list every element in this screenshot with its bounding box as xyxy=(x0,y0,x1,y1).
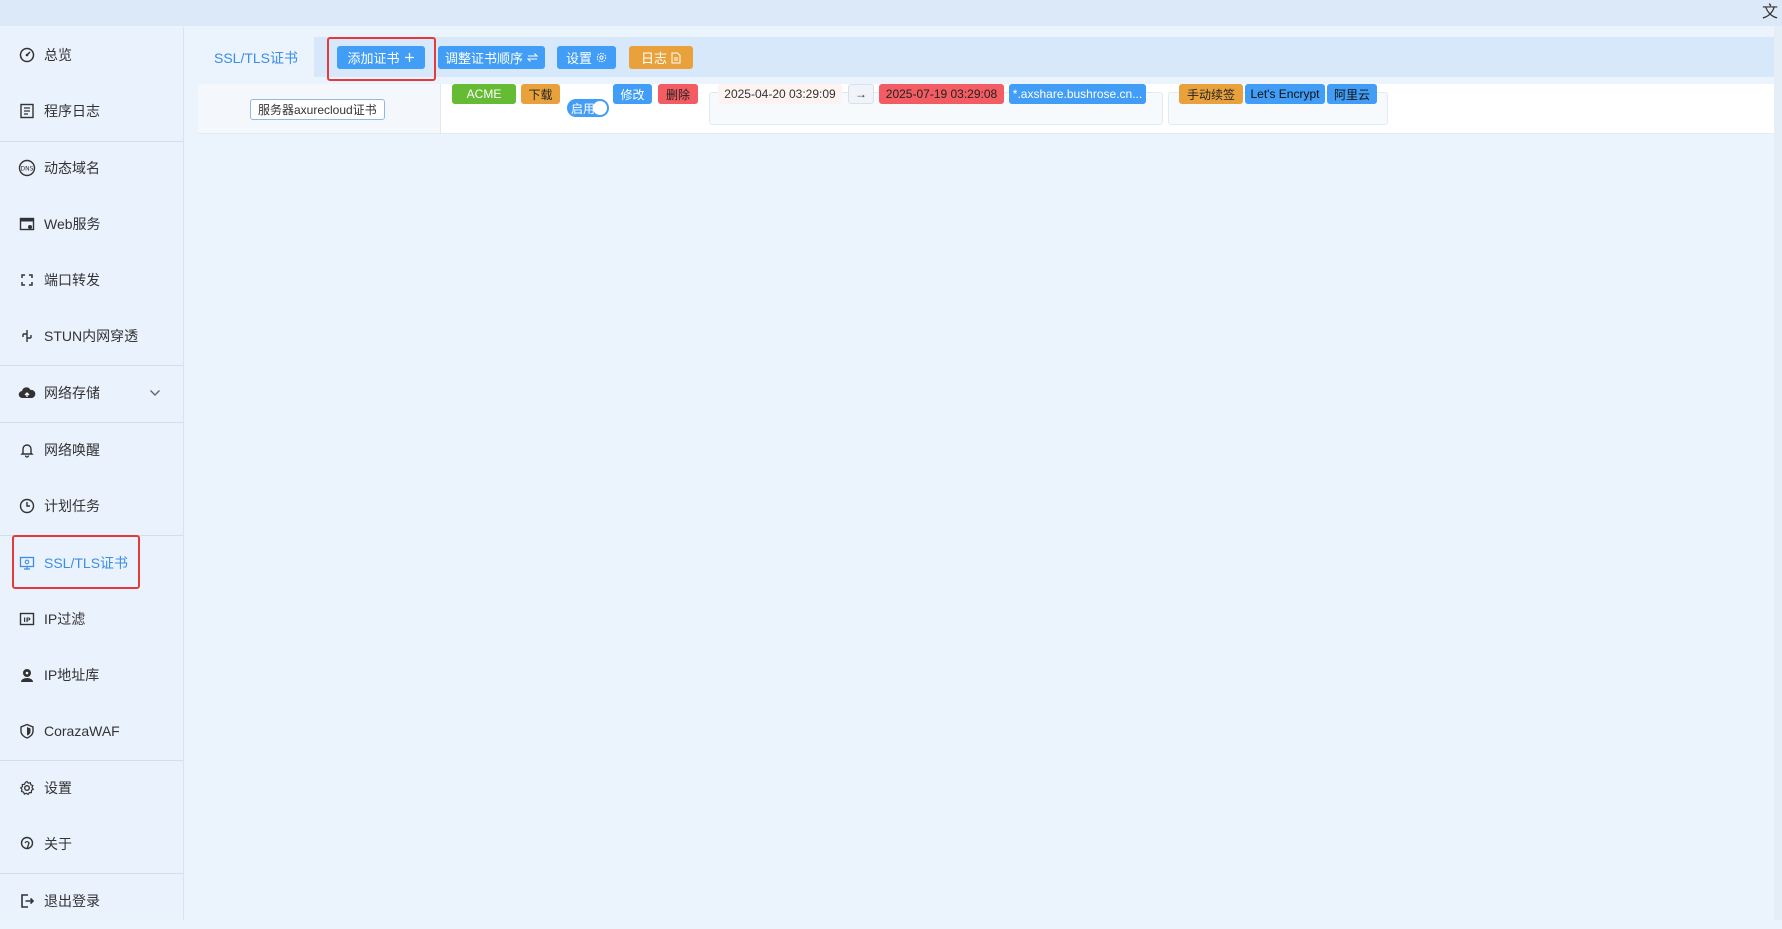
svg-text:IP: IP xyxy=(23,616,30,624)
renew-mode-badge: 手动续签 xyxy=(1179,84,1243,104)
chevron-down-icon[interactable] xyxy=(149,384,161,400)
valid-to-badge: 2025-07-19 03:29:08 xyxy=(879,84,1004,104)
stun-tunnel-icon xyxy=(18,327,36,345)
reorder-label: 调整证书顺序 xyxy=(444,51,523,66)
shield-icon xyxy=(18,722,36,740)
sidebar-item-ip-database[interactable]: IP地址库 xyxy=(0,647,183,703)
dashboard-icon xyxy=(18,46,36,64)
port-forward-icon xyxy=(18,271,36,289)
sidebar-item-label: Web服务 xyxy=(44,216,101,232)
sidebar-item-overview[interactable]: 总览 xyxy=(0,27,183,83)
sidebar-item-label: SSL/TLS证书 xyxy=(44,555,129,571)
settings-button[interactable]: 设置 xyxy=(557,46,616,69)
certificate-icon xyxy=(18,554,36,572)
dns-provider-badge: 阿里云 xyxy=(1327,84,1377,104)
sidebar-item-ssl-tls[interactable]: SSL/TLS证书 xyxy=(0,535,183,591)
sidebar-item-label: 关于 xyxy=(44,836,72,852)
sidebar-item-network-storage[interactable]: 网络存储 xyxy=(0,365,183,421)
valid-from-badge: 2025-04-20 03:29:09 xyxy=(718,84,842,104)
add-certificate-label: 添加证书 xyxy=(347,51,400,66)
swap-icon xyxy=(527,52,538,63)
gear-icon xyxy=(596,52,607,63)
gear-icon xyxy=(18,779,36,797)
cloud-icon xyxy=(18,384,36,402)
sidebar-item-stun[interactable]: STUN内网穿透 xyxy=(0,308,183,364)
certificate-name-cell: 服务器axurecloud证书 xyxy=(198,84,441,133)
document-icon xyxy=(671,52,681,64)
browser-window-icon xyxy=(18,215,36,233)
sidebar-item-scheduled-tasks[interactable]: 计划任务 xyxy=(0,478,183,534)
dns-icon: DNS xyxy=(18,159,36,177)
enable-toggle[interactable]: 启用 xyxy=(567,99,609,117)
certificate-row: 服务器axurecloud证书 ACME 下载 启用 修改 删除 2025-04… xyxy=(198,84,1782,134)
sidebar-item-label: IP过滤 xyxy=(44,611,86,627)
sidebar-item-about[interactable]: 关于 xyxy=(0,816,183,872)
plus-icon xyxy=(404,52,415,63)
sidebar-item-program-log[interactable]: 程序日志 xyxy=(0,83,183,139)
sidebar-item-label: STUN内网穿透 xyxy=(44,328,139,344)
top-bar xyxy=(0,0,1782,26)
sidebar-item-label: 程序日志 xyxy=(44,103,100,119)
sidebar-item-web-service[interactable]: Web服务 xyxy=(0,196,183,252)
logout-icon xyxy=(18,892,36,910)
log-list-icon xyxy=(18,102,36,120)
sidebar-item-port-forward[interactable]: 端口转发 xyxy=(0,252,183,308)
tab-bar: SSL/TLS证书 添加证书 调整证书顺序 设置 日志 xyxy=(198,37,1782,78)
svg-text:DNS: DNS xyxy=(21,166,34,173)
log-label: 日志 xyxy=(640,51,667,66)
scrollbar[interactable] xyxy=(1774,26,1782,920)
reorder-certificates-button[interactable]: 调整证书顺序 xyxy=(438,46,545,69)
sidebar-item-label: 网络唤醒 xyxy=(44,442,100,458)
sidebar-item-label: 网络存储 xyxy=(44,385,100,401)
delete-button[interactable]: 删除 xyxy=(658,84,698,104)
sidebar-item-settings[interactable]: 设置 xyxy=(0,760,183,816)
ip-filter-icon: IP xyxy=(18,610,36,628)
toggle-knob xyxy=(593,101,607,115)
sidebar-item-coraza-waf[interactable]: CorazaWAF xyxy=(0,703,183,759)
issuer-badge: Let's Encrypt xyxy=(1245,84,1325,104)
info-hand-icon xyxy=(18,835,36,853)
sidebar-item-logout[interactable]: 退出登录 xyxy=(0,873,183,929)
certificate-name-tag: 服务器axurecloud证书 xyxy=(250,99,385,120)
sidebar-item-wake-on-lan[interactable]: 网络唤醒 xyxy=(0,422,183,478)
tab-ssl-tls[interactable]: SSL/TLS证书 xyxy=(198,37,314,78)
arrow-right-icon: → xyxy=(848,84,874,104)
domain-badge[interactable]: *.axshare.bushrose.cn... xyxy=(1009,84,1146,104)
sidebar-item-label: 总览 xyxy=(44,47,72,63)
language-toggle[interactable]: 文 xyxy=(1762,0,1778,22)
settings-label: 设置 xyxy=(565,51,592,66)
cert-type-badge: ACME xyxy=(452,84,516,104)
sidebar-item-label: CorazaWAF xyxy=(44,723,120,739)
sidebar-item-label: 动态域名 xyxy=(44,160,100,176)
edit-button[interactable]: 修改 xyxy=(613,84,652,104)
enable-toggle-label: 启用 xyxy=(571,101,596,116)
sidebar-item-ddns[interactable]: DNS 动态域名 xyxy=(0,140,183,196)
clock-icon xyxy=(18,497,36,515)
sidebar-item-label: IP地址库 xyxy=(44,667,100,683)
sidebar-item-label: 计划任务 xyxy=(44,498,100,514)
sidebar-item-label: 退出登录 xyxy=(44,893,100,909)
user-location-icon xyxy=(18,666,36,684)
download-button[interactable]: 下载 xyxy=(521,84,560,104)
sidebar: 总览 程序日志 DNS 动态域名 Web服务 端口转发 STUN内网穿透 网络存… xyxy=(0,27,184,920)
log-button[interactable]: 日志 xyxy=(629,46,693,69)
bell-icon xyxy=(18,441,36,459)
add-certificate-button[interactable]: 添加证书 xyxy=(337,46,425,69)
sidebar-item-label: 设置 xyxy=(44,780,72,796)
sidebar-item-ip-filter[interactable]: IP IP过滤 xyxy=(0,591,183,647)
sidebar-item-label: 端口转发 xyxy=(44,272,100,288)
